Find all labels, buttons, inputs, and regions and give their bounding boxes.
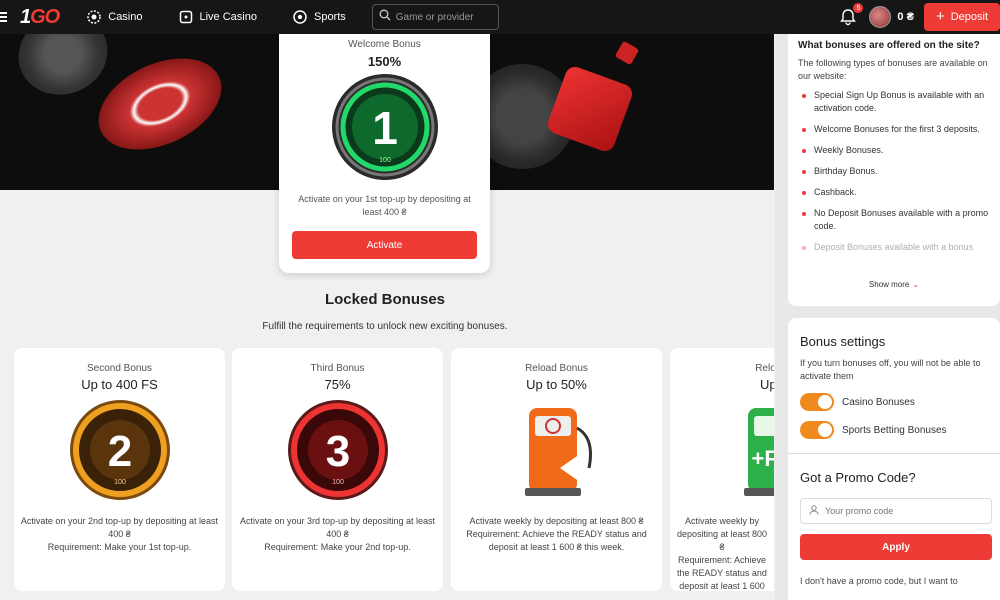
casino-bonuses-row: Casino Bonuses: [800, 393, 988, 411]
locked-bonuses-subheading: Fulfill the requirements to unlock new e…: [262, 321, 508, 332]
bonus-description: Activate on your 3rd top-up by depositin…: [239, 516, 436, 552]
show-more-button[interactable]: Show more ⌄: [788, 280, 1000, 289]
chip-image: [84, 40, 236, 168]
avatar[interactable]: [869, 6, 892, 28]
faq-list: Special Sign Up Bonus is available with …: [798, 89, 990, 255]
dice-image: [614, 40, 640, 66]
search-box[interactable]: [371, 4, 499, 30]
chip-image: [7, 34, 119, 107]
bonus-card-reload-fs: Reload F Up to +FS Activate weekly by de…: [670, 348, 774, 591]
list-item: No Deposit Bonuses available with a prom…: [798, 207, 990, 233]
svg-text:1: 1: [372, 102, 398, 154]
bonus-settings-panel: Bonus settings If you turn bonuses off, …: [788, 318, 1000, 600]
apply-button[interactable]: Apply: [800, 534, 992, 560]
list-item: Weekly Bonuses.: [798, 144, 990, 157]
bonus-title: Reload F: [755, 363, 774, 374]
nav-casino[interactable]: Casino: [87, 10, 143, 24]
promo-title: Got a Promo Code?: [800, 470, 916, 485]
bonus-description: Activate on your 2nd top-up by depositin…: [20, 516, 219, 552]
chevron-down-icon: ⌄: [912, 280, 920, 289]
bonus-card-reload: Reload Bonus Up to 50% Activate weekly b…: [451, 348, 662, 591]
bonus-description: Activate weekly by depositing at least 8…: [676, 516, 768, 591]
sports-bonuses-row: Sports Betting Bonuses: [800, 421, 988, 439]
soccer-ball-icon: [293, 10, 307, 24]
search-icon: [379, 8, 391, 26]
svg-text:100: 100: [379, 157, 391, 164]
bonus-description: Activate weekly by depositing at least 8…: [466, 516, 647, 552]
divider: [788, 453, 1000, 454]
nav-casino-label: Casino: [108, 11, 143, 23]
bonus-value: Up to: [759, 377, 774, 392]
fuel-pump-icon: [524, 408, 592, 496]
account-area: 5 0 ₴ + Deposit: [839, 0, 1000, 34]
svg-text:2: 2: [107, 427, 131, 476]
bonus-value: Up to 400 FS: [81, 377, 158, 392]
notifications-button[interactable]: 5: [839, 3, 864, 26]
settings-note: If you turn bonuses off, you will not be…: [800, 358, 981, 381]
plus-icon: +: [935, 8, 945, 25]
nav-sports[interactable]: Sports: [293, 10, 346, 24]
bonus-title: Reload Bonus: [525, 363, 588, 374]
user-icon: [809, 502, 819, 520]
no-code-text: I don't have a promo code, but I want to: [800, 576, 958, 586]
locked-bonuses-heading: Locked Bonuses: [324, 291, 446, 308]
medal-2-icon: 2 100: [69, 400, 170, 500]
faq-intro: The following types of bonuses are avail…: [798, 58, 988, 81]
fuel-pump-fs-icon: +FS: [743, 408, 774, 496]
svg-text:100: 100: [114, 479, 126, 486]
menu-icon[interactable]: [0, 12, 10, 22]
nav-live-casino[interactable]: Live Casino: [179, 10, 257, 24]
list-item: Birthday Bonus.: [798, 165, 990, 178]
welcome-bonus-card: Welcome Bonus 150% 1 100 Activate on you…: [279, 34, 490, 273]
search-input[interactable]: [395, 11, 496, 23]
list-item: Deposit Bonuses available with a bonus c…: [798, 241, 990, 255]
medal-1-icon: 1 100: [331, 74, 438, 180]
right-sidebar: What bonuses are offered on the site? Th…: [775, 30, 1000, 600]
bonus-card-third: Third Bonus 75% 3 100 Activate on your 3…: [232, 348, 443, 591]
balance[interactable]: 0 ₴: [897, 11, 914, 23]
bonus-title: Third Bonus: [310, 363, 365, 374]
casino-bonuses-toggle[interactable]: [800, 393, 834, 411]
top-bar: 1GO Casino Live Casino Sports 5 0 ₴ +: [0, 0, 1000, 34]
faq-title: What bonuses are offered on the site?: [798, 40, 980, 51]
list-item: Special Sign Up Bonus is available with …: [798, 89, 990, 115]
toggle-label: Casino Bonuses: [842, 396, 915, 408]
activate-button[interactable]: Activate: [292, 231, 477, 259]
bonus-value: Up to 50%: [526, 377, 587, 392]
deposit-button[interactable]: + Deposit: [923, 3, 1000, 31]
casino-chip-icon: [87, 10, 101, 24]
bonus-description: Activate on your 1st top-up by depositin…: [298, 194, 471, 217]
bonus-card-second: Second Bonus Up to 400 FS 2 100 Activate…: [14, 348, 225, 591]
deposit-label: Deposit: [950, 11, 988, 23]
toggle-label: Sports Betting Bonuses: [842, 424, 947, 436]
bonus-value: 150%: [367, 54, 402, 69]
nav-live-casino-label: Live Casino: [199, 11, 257, 23]
nav-sports-label: Sports: [313, 11, 346, 23]
svg-text:3: 3: [325, 427, 349, 476]
notification-badge: 5: [853, 3, 864, 13]
promo-code-field[interactable]: [800, 498, 992, 524]
bonus-value: 75%: [324, 377, 351, 392]
logo[interactable]: 1GO: [20, 6, 60, 29]
medal-3-icon: 3 100: [287, 400, 388, 500]
svg-text:+FS: +FS: [751, 446, 774, 471]
promo-code-input[interactable]: [825, 506, 975, 516]
live-dice-icon: [179, 10, 193, 24]
sports-bonuses-toggle[interactable]: [800, 421, 834, 439]
settings-title: Bonus settings: [800, 334, 886, 349]
bonus-title: Welcome Bonus: [348, 39, 421, 50]
list-item: Welcome Bonuses for the first 3 deposits…: [798, 123, 990, 136]
list-item: Cashback.: [798, 186, 990, 199]
bonus-title: Second Bonus: [86, 363, 153, 374]
svg-text:100: 100: [332, 479, 344, 486]
faq-panel: What bonuses are offered on the site? Th…: [788, 30, 1000, 306]
